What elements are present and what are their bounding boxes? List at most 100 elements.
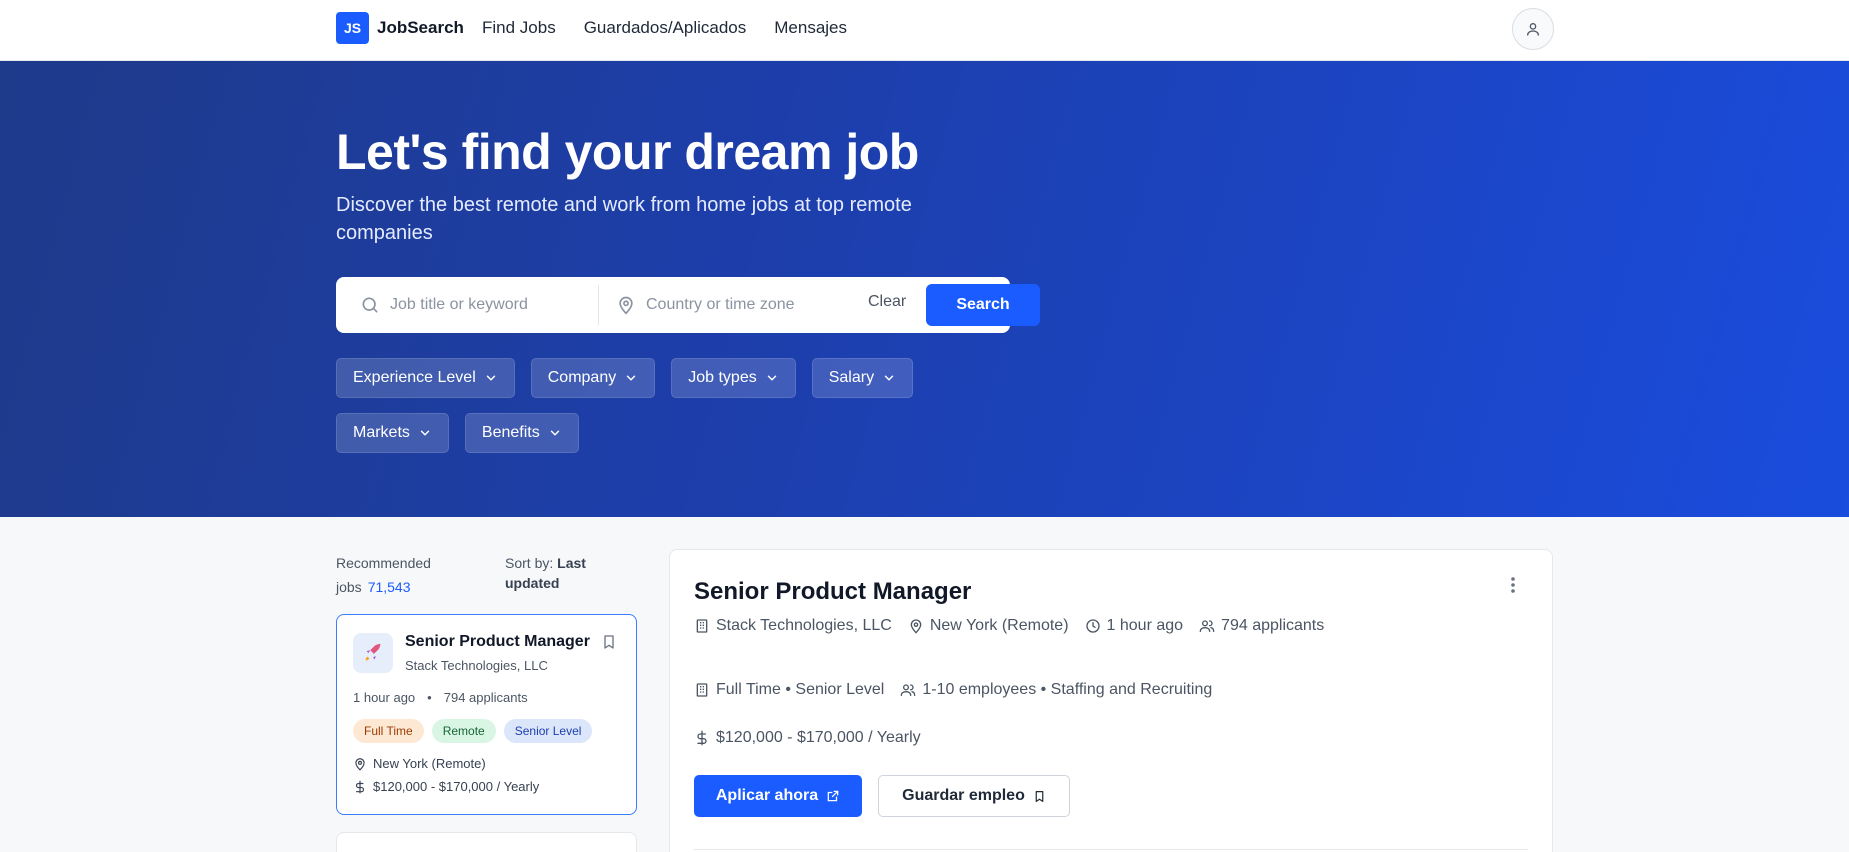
detail-salary: $120,000 - $170,000 / Yearly bbox=[694, 729, 921, 747]
job-card-selected[interactable]: Senior Product Manager Stack Technologie… bbox=[336, 614, 637, 815]
chevron-down-icon bbox=[418, 426, 432, 440]
clear-button[interactable]: Clear bbox=[868, 293, 906, 311]
filter-row-2: Markets Benefits bbox=[336, 413, 1036, 453]
filter-markets[interactable]: Markets bbox=[336, 413, 449, 453]
user-icon bbox=[1525, 21, 1541, 37]
recommended-jobs-label: Recommended jobs 71,543 bbox=[336, 551, 446, 599]
logo-text: JobSearch bbox=[377, 18, 464, 37]
detail-info: Full Time • Senior Level 1-10 employees … bbox=[694, 681, 1212, 699]
detail-posted-text: 1 hour ago bbox=[1106, 617, 1184, 634]
tag-work-mode: Remote bbox=[431, 719, 496, 743]
search-divider bbox=[598, 285, 599, 325]
nav-links: Find Jobs Guardados/Aplicados Mensajes bbox=[482, 18, 847, 38]
company-logo bbox=[353, 633, 393, 673]
clock-icon bbox=[1085, 618, 1101, 634]
filter-label: Salary bbox=[828, 369, 875, 386]
logo-badge: JS bbox=[336, 12, 369, 44]
salary-text: $120,000 - $170,000 / Yearly bbox=[373, 779, 540, 794]
more-options-icon[interactable] bbox=[1510, 576, 1516, 594]
dollar-icon bbox=[694, 730, 710, 746]
filter-label: Job types bbox=[688, 369, 757, 386]
building-icon bbox=[694, 618, 710, 634]
chevron-down-icon bbox=[624, 371, 638, 385]
location-pin-icon bbox=[616, 295, 636, 315]
filter-label: Experience Level bbox=[353, 369, 476, 386]
apply-now-button[interactable]: Aplicar ahora bbox=[694, 775, 862, 817]
hero-banner: Let's find your dream job Discover the b… bbox=[0, 61, 1849, 517]
logo[interactable]: JS JobSearch bbox=[336, 12, 464, 44]
nav-link-find-jobs[interactable]: Find Jobs bbox=[482, 18, 556, 38]
top-navbar: JS JobSearch Find Jobs Guardados/Aplicad… bbox=[0, 0, 1849, 61]
location-input[interactable]: Country or time zone bbox=[646, 296, 795, 314]
search-button[interactable]: Search bbox=[926, 284, 1040, 326]
job-card[interactable] bbox=[336, 832, 637, 852]
filter-salary[interactable]: Salary bbox=[811, 358, 914, 398]
job-detail-panel: Senior Product Manager Stack Technologie… bbox=[669, 549, 1553, 852]
tag-employment-type: Full Time bbox=[353, 719, 424, 743]
hero-title: Let's find your dream job bbox=[336, 124, 919, 180]
keyword-search-field[interactable]: Job title or keyword bbox=[360, 277, 590, 333]
detail-company-name: Stack Technologies, LLC bbox=[716, 617, 892, 634]
chevron-down-icon bbox=[882, 371, 896, 385]
filter-job-types[interactable]: Job types bbox=[671, 358, 796, 398]
meta-separator: • bbox=[427, 690, 432, 705]
filter-label: Company bbox=[547, 369, 617, 386]
detail-meta: Stack Technologies, LLC New York (Remote… bbox=[694, 617, 1324, 635]
detail-company-size-text: 1-10 employees • Staffing and Recruiting bbox=[922, 681, 1213, 698]
posted-time: 1 hour ago bbox=[353, 690, 416, 705]
bookmark-icon bbox=[1033, 789, 1046, 804]
search-bar: Job title or keyword Country or time zon… bbox=[336, 277, 1040, 333]
filter-row-1: Experience Level Company Job types Salar… bbox=[336, 358, 1036, 398]
detail-posted: 1 hour ago bbox=[1085, 617, 1184, 635]
chevron-down-icon bbox=[548, 426, 562, 440]
apply-label: Aplicar ahora bbox=[715, 787, 819, 804]
filter-company[interactable]: Company bbox=[530, 358, 656, 398]
job-salary: $120,000 - $170,000 / Yearly bbox=[353, 779, 539, 794]
nav-link-saved-applied[interactable]: Guardados/Aplicados bbox=[584, 18, 747, 38]
detail-applicants-text: 794 applicants bbox=[1221, 617, 1325, 634]
save-job-button[interactable]: Guardar empleo bbox=[878, 775, 1070, 817]
filter-label: Benefits bbox=[481, 424, 540, 441]
dollar-icon bbox=[353, 780, 367, 794]
detail-company: Stack Technologies, LLC bbox=[694, 617, 892, 635]
sort-label: Sort by: bbox=[505, 555, 554, 571]
filter-experience-level[interactable]: Experience Level bbox=[336, 358, 515, 398]
user-avatar-button[interactable] bbox=[1512, 8, 1554, 50]
detail-applicants: 794 applicants bbox=[1199, 617, 1324, 635]
applicants-count: 794 applicants bbox=[443, 690, 528, 705]
job-meta: 1 hour ago • 794 applicants bbox=[353, 690, 528, 705]
sort-control[interactable]: Sort by: Last updated bbox=[505, 553, 605, 593]
chevron-down-icon bbox=[765, 371, 779, 385]
nav-link-messages[interactable]: Mensajes bbox=[774, 18, 847, 38]
users-icon bbox=[1199, 618, 1215, 634]
detail-job-type-text: Full Time • Senior Level bbox=[716, 681, 885, 698]
detail-location-text: New York (Remote) bbox=[929, 617, 1069, 634]
location-search-field[interactable]: Country or time zone bbox=[616, 277, 846, 333]
filter-benefits[interactable]: Benefits bbox=[464, 413, 579, 453]
recommended-count: 71,543 bbox=[367, 579, 411, 595]
tag-seniority: Senior Level bbox=[503, 719, 593, 743]
rocket-icon bbox=[365, 643, 381, 661]
search-icon bbox=[360, 295, 380, 315]
filter-label: Markets bbox=[353, 424, 410, 441]
detail-divider bbox=[694, 849, 1528, 850]
chevron-down-icon bbox=[484, 371, 498, 385]
job-tags: Full Time Remote Senior Level bbox=[353, 719, 593, 743]
building-icon bbox=[694, 682, 710, 698]
detail-location: New York (Remote) bbox=[908, 617, 1069, 635]
location-pin-icon bbox=[908, 618, 924, 634]
job-title: Senior Product Manager bbox=[405, 633, 590, 650]
save-label: Guardar empleo bbox=[902, 787, 1025, 804]
bookmark-icon[interactable] bbox=[601, 633, 617, 651]
location-text: New York (Remote) bbox=[373, 756, 486, 771]
job-location: New York (Remote) bbox=[353, 756, 486, 771]
company-name: Stack Technologies, LLC bbox=[405, 658, 548, 673]
detail-job-type: Full Time • Senior Level bbox=[694, 681, 884, 699]
external-link-icon bbox=[826, 789, 840, 803]
detail-salary-text: $120,000 - $170,000 / Yearly bbox=[716, 729, 921, 746]
users-icon bbox=[900, 682, 916, 698]
hero-subtitle: Discover the best remote and work from h… bbox=[336, 194, 912, 244]
keyword-input[interactable]: Job title or keyword bbox=[390, 296, 528, 314]
detail-company-size: 1-10 employees • Staffing and Recruiting bbox=[900, 681, 1212, 699]
detail-job-title: Senior Product Manager bbox=[694, 578, 972, 605]
